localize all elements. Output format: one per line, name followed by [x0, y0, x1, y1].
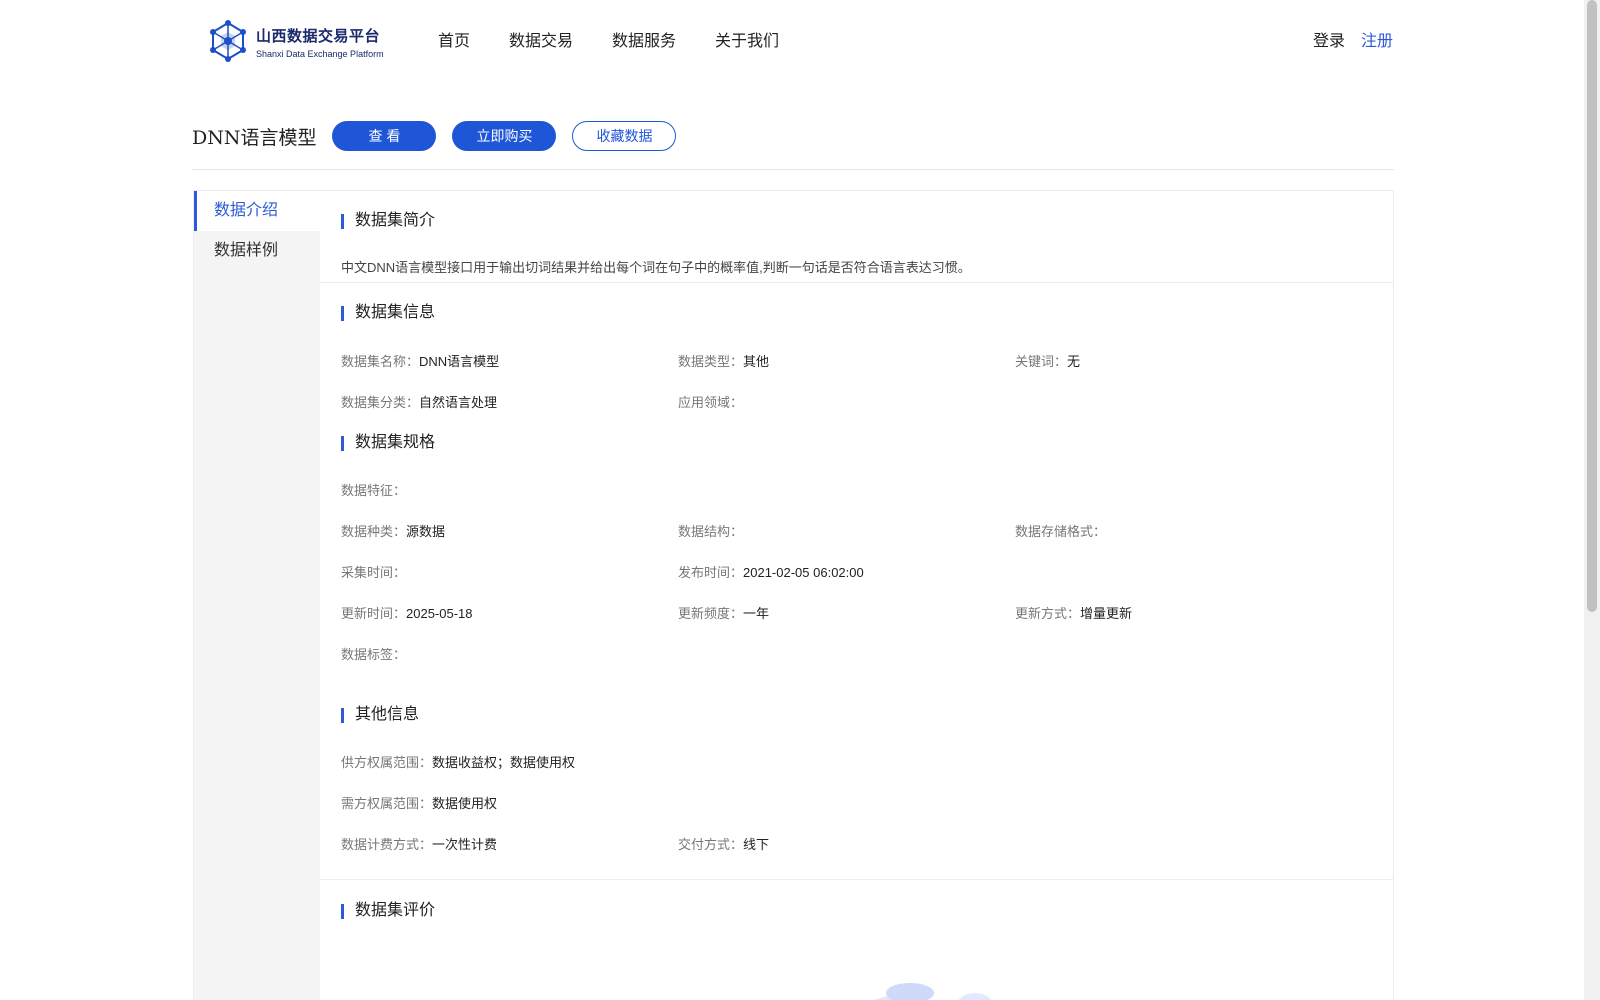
view-button[interactable]: 查 看: [332, 121, 437, 151]
field-value: 一次性计费: [432, 837, 498, 852]
field-value: 一年: [743, 606, 770, 621]
field-label: 数据集名称：: [341, 354, 420, 369]
field-delivery-method: 交付方式：线下: [678, 834, 769, 853]
field-label: 交付方式：: [678, 837, 744, 852]
detail-sidebar: 数据介绍 数据样例: [194, 191, 320, 1000]
field-label: 更新频度：: [678, 606, 744, 621]
section-heading-intro: 数据集简介: [341, 211, 435, 231]
field-value: 源数据: [406, 524, 446, 539]
field-demander-rights: 需方权属范围：数据使用权: [341, 793, 497, 812]
field-value: 线下: [743, 837, 770, 852]
field-label: 更新时间：: [341, 606, 407, 621]
field-value: 2021-02-05 06:02:00: [743, 565, 864, 580]
page-scrollbar[interactable]: [1584, 0, 1600, 1000]
field-value: 自然语言处理: [419, 395, 498, 410]
field-label: 更新方式：: [1015, 606, 1081, 621]
favorite-data-button[interactable]: 收藏数据: [572, 121, 677, 151]
nav-item-home[interactable]: 首页: [438, 27, 470, 51]
main-nav: 首页 数据交易 数据服务 关于我们: [438, 27, 818, 51]
title-divider: [192, 169, 1394, 170]
field-value: 数据收益权；数据使用权: [432, 755, 576, 770]
field-update-mode: 更新方式：增量更新: [1015, 603, 1132, 622]
field-update-time: 更新时间：2025-05-18: [341, 603, 473, 622]
field-value: 2025-05-18: [406, 606, 473, 621]
section-heading-spec: 数据集规格: [341, 433, 435, 453]
register-link[interactable]: 注册: [1361, 27, 1393, 51]
field-dataset-name: 数据集名称：DNN语言模型: [341, 351, 499, 370]
field-label: 数据计费方式：: [341, 837, 433, 852]
field-label: 数据标签：: [341, 647, 407, 662]
sidebar-item-data-sample[interactable]: 数据样例: [194, 231, 320, 271]
dataset-title-bar: DNN语言模型 查 看 立即购买 收藏数据: [192, 120, 692, 152]
field-label: 供方权属范围：: [341, 755, 433, 770]
field-value: 无: [1067, 354, 1081, 369]
field-value: 其他: [743, 354, 770, 369]
field-label: 应用领域：: [678, 395, 744, 410]
field-application-domain: 应用领域：: [678, 392, 743, 411]
section-heading-review: 数据集评价: [341, 901, 435, 921]
field-supplier-rights: 供方权属范围：数据收益权；数据使用权: [341, 752, 575, 771]
field-data-type: 数据类型：其他: [678, 351, 769, 370]
login-link[interactable]: 登录: [1313, 27, 1345, 51]
field-label: 需方权属范围：: [341, 796, 433, 811]
field-storage-format: 数据存储格式：: [1015, 521, 1106, 540]
platform-logo[interactable]: 山西数据交易平台 Shanxi Data Exchange Platform: [208, 20, 388, 62]
field-data-tags: 数据标签：: [341, 644, 406, 663]
empty-review-illustration-icon: [873, 983, 992, 1000]
field-value: DNN语言模型: [419, 354, 500, 369]
field-data-structure: 数据结构：: [678, 521, 743, 540]
field-data-kind: 数据种类：源数据: [341, 521, 445, 540]
field-label: 关键词：: [1015, 354, 1068, 369]
field-publish-time: 发布时间：2021-02-05 06:02:00: [678, 562, 864, 581]
logo-title: 山西数据交易平台: [256, 28, 381, 45]
sidebar-item-data-intro[interactable]: 数据介绍: [194, 191, 320, 231]
top-header: 山西数据交易平台 Shanxi Data Exchange Platform 首…: [0, 0, 1568, 80]
field-update-frequency: 更新频度：一年: [678, 603, 769, 622]
field-label: 数据结构：: [678, 524, 744, 539]
section-heading-other: 其他信息: [341, 705, 419, 725]
field-billing-method: 数据计费方式：一次性计费: [341, 834, 497, 853]
buy-now-button[interactable]: 立即购买: [452, 121, 557, 151]
hexagon-network-logo-icon: [210, 20, 246, 62]
nav-item-about-us[interactable]: 关于我们: [715, 27, 779, 51]
section-heading-info: 数据集信息: [341, 303, 435, 323]
detail-content: 数据集简介 中文DNN语言模型接口用于输出切词结果并给出每个词在句子中的概率值,…: [320, 191, 1393, 1000]
nav-item-data-trading[interactable]: 数据交易: [509, 27, 573, 51]
field-collect-time: 采集时间：: [341, 562, 406, 581]
field-label: 采集时间：: [341, 565, 407, 580]
section-divider: [320, 282, 1393, 283]
dataset-detail-panel: 数据介绍 数据样例 数据集简介 中文DNN语言模型接口用于输出切词结果并给出每个…: [193, 190, 1394, 1000]
scrollbar-thumb[interactable]: [1587, 0, 1597, 612]
field-category: 数据集分类：自然语言处理: [341, 392, 497, 411]
page-title: DNN语言模型: [192, 126, 317, 149]
field-label: 数据存储格式：: [1015, 524, 1107, 539]
field-data-feature: 数据特征：: [341, 480, 406, 499]
intro-description: 中文DNN语言模型接口用于输出切词结果并给出每个词在句子中的概率值,判断一句话是…: [341, 260, 971, 275]
field-keywords: 关键词：无: [1015, 351, 1080, 370]
field-label: 发布时间：: [678, 565, 744, 580]
field-value: 数据使用权: [432, 796, 498, 811]
field-label: 数据集分类：: [341, 395, 420, 410]
auth-links: 登录 注册: [1313, 27, 1393, 51]
section-divider: [320, 879, 1393, 880]
field-label: 数据特征：: [341, 483, 407, 498]
field-label: 数据种类：: [341, 524, 407, 539]
nav-item-data-services[interactable]: 数据服务: [612, 27, 676, 51]
field-value: 增量更新: [1080, 606, 1133, 621]
field-label: 数据类型：: [678, 354, 744, 369]
logo-subtitle: Shanxi Data Exchange Platform: [256, 49, 384, 59]
